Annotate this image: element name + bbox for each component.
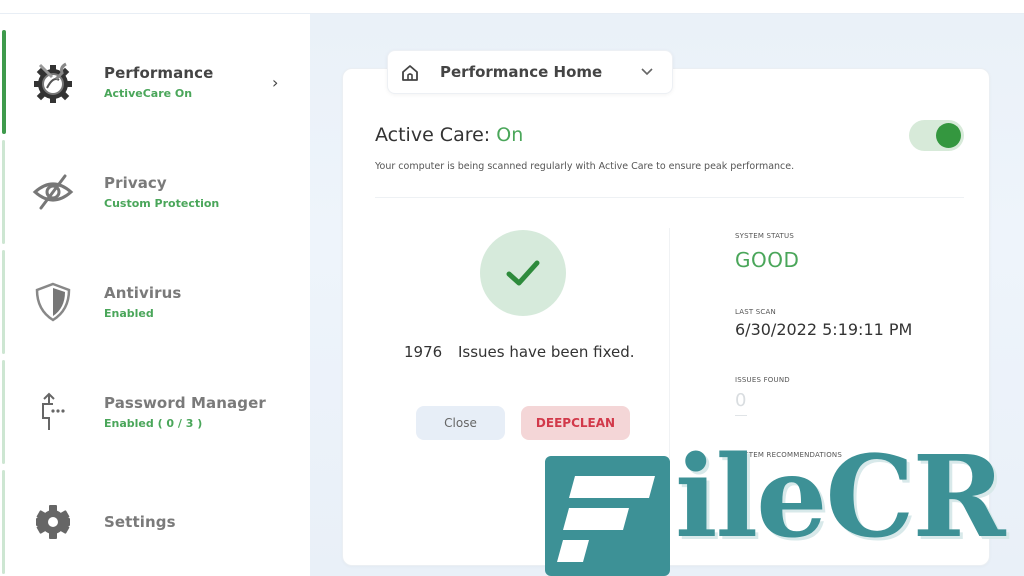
password-manager-icon — [28, 387, 78, 437]
sidebar-item-title: Antivirus — [104, 284, 182, 302]
watermark-text: ileCR — [675, 432, 1006, 563]
shield-icon — [28, 277, 78, 327]
sidebar-item-settings[interactable]: Settings — [0, 468, 310, 576]
sidebar-item-subtitle: Custom Protection — [104, 197, 220, 210]
watermark-logo — [545, 456, 670, 576]
active-indicator — [2, 30, 6, 134]
dropdown-label: Performance Home — [440, 63, 603, 81]
rail — [2, 250, 5, 354]
sidebar-item-title: Privacy — [104, 174, 167, 192]
sidebar-item-subtitle: ActiveCare On — [104, 87, 193, 100]
chevron-right-icon: › — [272, 72, 279, 92]
issues-found-value: 0 — [735, 390, 747, 411]
active-care-toggle[interactable] — [909, 120, 964, 151]
success-badge — [480, 230, 566, 316]
performance-gear-icon — [28, 57, 78, 107]
sidebar-item-subtitle: Enabled — [104, 307, 154, 320]
checkmark-icon — [506, 260, 540, 286]
sidebar-item-title: Settings — [104, 513, 176, 531]
sidebar-item-privacy[interactable]: Privacy Custom Protection — [0, 138, 310, 246]
sidebar-item-performance[interactable]: Performance ActiveCare On › — [0, 28, 310, 136]
rail — [2, 470, 5, 574]
issues-found-label: ISSUES FOUND — [735, 376, 790, 384]
eye-slash-icon — [28, 167, 78, 217]
last-scan-value: 6/30/2022 5:19:11 PM — [735, 320, 913, 339]
issues-fixed-text: 1976 Issues have been fixed. — [404, 343, 635, 361]
sidebar-item-subtitle: Enabled ( 0 / 3 ) — [104, 417, 203, 430]
sidebar-item-title: Password Manager — [104, 394, 266, 412]
issues-fixed-message: Issues have been fixed. — [457, 343, 635, 361]
sidebar-item-title: Performance — [104, 64, 214, 82]
issues-fixed-count: 1976 — [404, 343, 443, 361]
divider — [375, 197, 964, 198]
rail — [2, 140, 5, 244]
deepclean-button[interactable]: DEEPCLEAN — [521, 406, 630, 440]
home-icon — [402, 65, 418, 81]
sidebar-item-password-manager[interactable]: Password Manager Enabled ( 0 / 3 ) — [0, 358, 310, 466]
active-care-status: On — [496, 124, 524, 146]
issues-found-underline — [735, 415, 747, 416]
close-button[interactable]: Close — [416, 406, 505, 440]
system-status-value: GOOD — [735, 248, 800, 272]
column-divider — [669, 228, 670, 458]
active-care-title: Active Care: On — [375, 124, 523, 146]
sidebar-item-antivirus[interactable]: Antivirus Enabled — [0, 248, 310, 356]
rail — [2, 360, 5, 464]
top-bar — [0, 0, 1024, 14]
sidebar: Performance ActiveCare On › Privacy Cust… — [0, 14, 310, 576]
chevron-down-icon — [641, 68, 653, 76]
system-status-label: SYSTEM STATUS — [735, 232, 794, 240]
page-select-dropdown[interactable]: Performance Home — [387, 50, 673, 94]
last-scan-label: LAST SCAN — [735, 308, 776, 316]
toggle-knob — [936, 123, 961, 148]
active-care-label: Active Care: — [375, 124, 491, 146]
active-care-description: Your computer is being scanned regularly… — [375, 161, 795, 172]
watermark: ileCR — [545, 442, 1024, 576]
gear-icon — [28, 497, 78, 547]
